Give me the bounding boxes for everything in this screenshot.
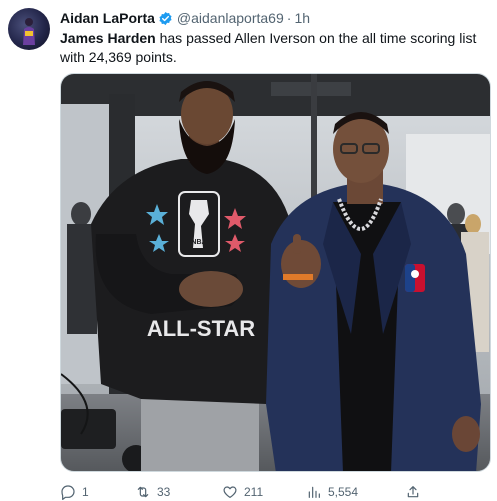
views-count: 5,554 bbox=[328, 485, 359, 499]
author-avatar[interactable] bbox=[8, 8, 50, 50]
shirt-allstar-text: ALL-STAR bbox=[147, 316, 255, 341]
retweet-count: 33 bbox=[157, 485, 171, 499]
views-icon bbox=[308, 486, 320, 498]
retweet-icon bbox=[137, 486, 149, 498]
tweet-card[interactable]: Aidan LaPorta @aidanlaporta69 · 1h James… bbox=[0, 0, 497, 501]
author-handle[interactable]: @aidanlaporta69 bbox=[177, 9, 284, 27]
retweet-button[interactable]: 33 bbox=[135, 483, 170, 501]
heart-icon bbox=[223, 486, 237, 498]
share-icon bbox=[407, 486, 419, 498]
tweet-photo[interactable]: NBA ALL-STAR bbox=[60, 73, 491, 472]
like-count: 211 bbox=[244, 485, 264, 499]
tweet-timestamp[interactable]: 1h bbox=[294, 9, 310, 27]
shirt-nba-text: NBA bbox=[191, 239, 206, 246]
avatar-figure-icon bbox=[23, 18, 35, 45]
photo-scene: NBA ALL-STAR bbox=[61, 74, 490, 471]
author-name[interactable]: Aidan LaPorta bbox=[60, 9, 155, 27]
tweet-text-bold: James Harden bbox=[60, 30, 156, 46]
reply-count: 1 bbox=[82, 485, 89, 499]
tweet-actions: 1 33 211 5,554 bbox=[60, 483, 490, 501]
reply-button[interactable]: 1 bbox=[60, 483, 89, 501]
reply-icon bbox=[61, 485, 75, 500]
like-button[interactable]: 211 bbox=[222, 483, 263, 501]
tweet-header: Aidan LaPorta @aidanlaporta69 · 1h bbox=[60, 9, 310, 27]
tweet-text: James Harden has passed Allen Iverson on… bbox=[60, 29, 490, 67]
share-button[interactable] bbox=[405, 483, 421, 501]
views-button[interactable]: 5,554 bbox=[306, 483, 358, 501]
header-separator: · bbox=[286, 10, 292, 26]
verified-badge-icon bbox=[159, 11, 172, 25]
